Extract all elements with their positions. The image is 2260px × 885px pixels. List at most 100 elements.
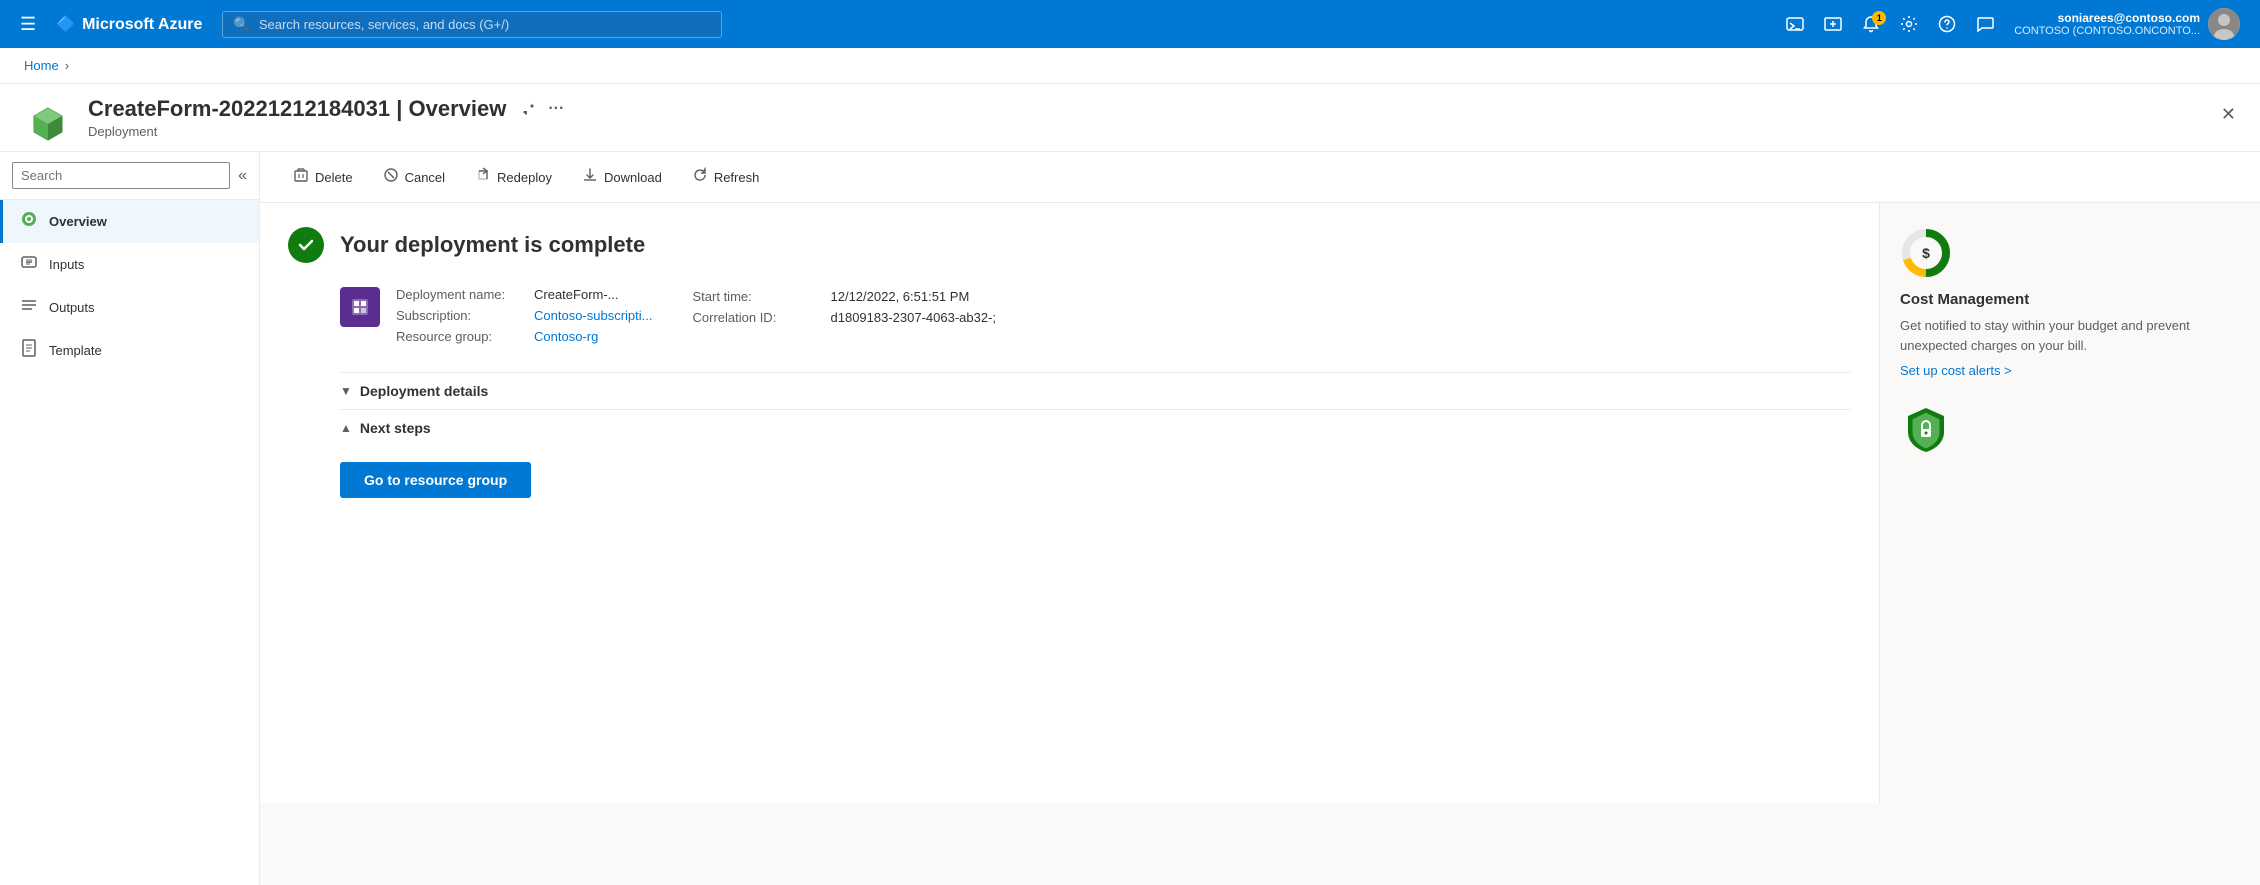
settings-button[interactable] (1892, 9, 1926, 39)
redeploy-button[interactable]: Redeploy (462, 160, 565, 194)
redeploy-label: Redeploy (497, 170, 552, 185)
delete-icon (293, 167, 309, 187)
notifications-button[interactable]: 1 (1854, 9, 1888, 39)
pin-icon[interactable] (518, 98, 536, 121)
deployment-complete-header: Your deployment is complete (288, 227, 1851, 263)
security-card (1900, 402, 2240, 458)
search-icon: 🔍 (233, 16, 250, 33)
collapse-sidebar-button[interactable]: « (238, 167, 247, 185)
cost-management-icon: $ (1900, 227, 1952, 279)
sidebar-item-outputs[interactable]: Outputs (0, 286, 259, 329)
delete-button[interactable]: Delete (280, 160, 366, 194)
start-time-value: 12/12/2022, 6:51:51 PM (831, 289, 970, 304)
deployment-info-left: Deployment name: CreateForm-... Subscrip… (340, 287, 653, 344)
user-info: soniarees@contoso.com CONTOSO (CONTOSO.O… (2014, 11, 2200, 37)
sidebar-item-inputs[interactable]: Inputs (0, 243, 259, 286)
sidebar-nav: Overview Inputs Outputs Template (0, 200, 259, 885)
correlation-id-label: Correlation ID: (693, 310, 823, 325)
topbar: ☰ 🔷Microsoft Azure 🔍 1 soniarees@contoso… (0, 0, 2260, 48)
global-search[interactable]: 🔍 (222, 11, 722, 38)
sidebar-item-template[interactable]: Template (0, 329, 259, 372)
brand-logo: 🔷Microsoft Azure (56, 14, 202, 34)
main-layout: « Overview Inputs Outputs (0, 152, 2260, 885)
sidebar-search-wrap: « (0, 152, 259, 200)
resource-group-field: Resource group: Contoso-rg (396, 329, 653, 344)
refresh-button[interactable]: Refresh (679, 160, 773, 194)
help-button[interactable] (1930, 9, 1964, 39)
breadcrumb-home[interactable]: Home (24, 58, 59, 73)
redeploy-icon (475, 167, 491, 187)
collapse-icon: ▲ (340, 421, 352, 435)
sidebar-item-template-label: Template (49, 343, 102, 358)
right-panel: $ Cost Management Get notified to stay w… (1880, 203, 2260, 803)
deployment-name-label: Deployment name: (396, 287, 526, 302)
inputs-icon (19, 253, 39, 276)
sidebar: « Overview Inputs Outputs (0, 152, 260, 885)
cloud-shell-button[interactable] (1778, 9, 1812, 39)
template-icon (19, 339, 39, 362)
goto-resource-group-button[interactable]: Go to resource group (340, 462, 531, 498)
resource-group-label: Resource group: (396, 329, 526, 344)
sidebar-search-input[interactable] (12, 162, 230, 189)
overview-icon (19, 210, 39, 233)
deployment-info: Deployment name: CreateForm-... Subscrip… (288, 287, 1851, 344)
topbar-icons: 1 soniarees@contoso.com CONTOSO (CONTOSO… (1778, 4, 2248, 44)
main-content: Your deployment is complete Deployment n… (260, 203, 2260, 803)
close-button[interactable]: ✕ (2221, 104, 2236, 125)
expand-icon: ▼ (340, 384, 352, 398)
svg-text:$: $ (1922, 245, 1930, 261)
download-icon (582, 167, 598, 187)
cancel-button[interactable]: Cancel (370, 160, 458, 194)
setup-cost-alerts-link[interactable]: Set up cost alerts > (1900, 363, 2240, 378)
hamburger-menu[interactable]: ☰ (12, 10, 44, 39)
refresh-icon (692, 167, 708, 187)
cost-management-title: Cost Management (1900, 291, 2240, 308)
resource-group-link[interactable]: Contoso-rg (534, 329, 598, 344)
upload-button[interactable] (1816, 9, 1850, 39)
deployment-details-label: Deployment details (360, 383, 488, 399)
user-tenant: CONTOSO (CONTOSO.ONCONTO... (2014, 25, 2200, 37)
deployment-details-section[interactable]: ▼ Deployment details (340, 372, 1851, 409)
page-title: CreateForm-20221212184031 | Overview ··· (88, 96, 2205, 122)
start-time-field: Start time: 12/12/2022, 6:51:51 PM (693, 289, 997, 304)
deployment-name-value: CreateForm-... (534, 287, 619, 302)
deployment-fields-left: Deployment name: CreateForm-... Subscrip… (396, 287, 653, 344)
success-icon (288, 227, 324, 263)
cancel-icon (383, 167, 399, 187)
download-button[interactable]: Download (569, 160, 675, 194)
search-input[interactable] (259, 17, 712, 32)
refresh-label: Refresh (714, 170, 760, 185)
sidebar-item-inputs-label: Inputs (49, 257, 84, 272)
breadcrumb-sep: › (65, 58, 69, 73)
user-email: soniarees@contoso.com (2014, 11, 2200, 25)
toolbar: Delete Cancel Redeploy Download (260, 152, 2260, 203)
page-subtitle: Deployment (88, 124, 2205, 151)
feedback-button[interactable] (1968, 9, 2002, 39)
subscription-link[interactable]: Contoso-subscripti... (534, 308, 653, 323)
correlation-id-value: d1809183-2307-4063-ab32-; (831, 310, 997, 325)
deployment-complete-title: Your deployment is complete (340, 232, 645, 258)
notification-badge: 1 (1872, 11, 1886, 25)
cost-management-description: Get notified to stay within your budget … (1900, 316, 2240, 355)
breadcrumb: Home › (0, 48, 2260, 84)
deployment-resource-icon (340, 287, 380, 327)
correlation-id-field: Correlation ID: d1809183-2307-4063-ab32-… (693, 310, 997, 325)
content-area: Delete Cancel Redeploy Download (260, 152, 2260, 885)
next-steps-section[interactable]: ▲ Next steps (340, 409, 1851, 446)
subscription-label: Subscription: (396, 308, 526, 323)
page-header: CreateForm-20221212184031 | Overview ···… (0, 84, 2260, 152)
next-steps-label: Next steps (360, 420, 431, 436)
more-options-icon[interactable]: ··· (548, 100, 564, 118)
deployment-name-field: Deployment name: CreateForm-... (396, 287, 653, 302)
sidebar-item-overview-label: Overview (49, 214, 107, 229)
user-profile[interactable]: soniarees@contoso.com CONTOSO (CONTOSO.O… (2006, 4, 2248, 44)
sidebar-item-outputs-label: Outputs (49, 300, 95, 315)
deployment-icon (24, 100, 72, 148)
cost-management-card: $ Cost Management Get notified to stay w… (1900, 227, 2240, 378)
avatar (2208, 8, 2240, 40)
sidebar-item-overview[interactable]: Overview (0, 200, 259, 243)
deployment-panel: Your deployment is complete Deployment n… (260, 203, 1880, 803)
next-steps-content: Go to resource group (340, 446, 1851, 514)
security-icon (1900, 402, 1952, 454)
outputs-icon (19, 296, 39, 319)
